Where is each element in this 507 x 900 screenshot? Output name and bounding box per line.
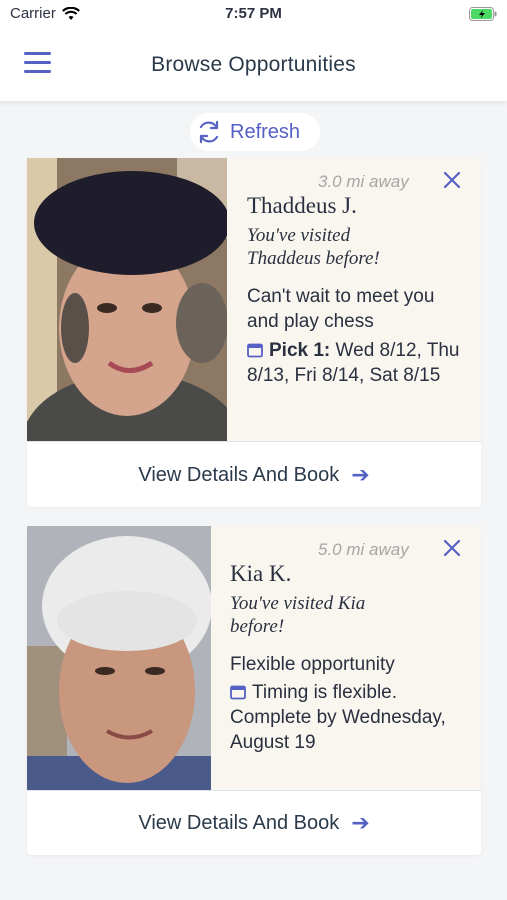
profile-photo — [27, 526, 211, 790]
profile-photo — [27, 158, 227, 441]
refresh-button[interactable]: Refresh — [190, 113, 320, 151]
opportunity-card: 5.0 mi away Kia K. You've visited Kia be… — [27, 526, 481, 855]
refresh-label: Refresh — [230, 120, 301, 143]
status-time: 7:57 PM — [225, 5, 282, 22]
distance-label: 5.0 mi away — [318, 540, 409, 559]
schedule-prefix: Pick 1: — [269, 340, 331, 361]
opportunity-description: Can't wait to meet you and play chess — [247, 286, 435, 332]
card-body: 3.0 mi away Thaddeus J. You've visited T… — [27, 158, 481, 441]
view-details-and-book-button[interactable]: View Details And Book ➔ — [27, 792, 481, 854]
schedule-line: Timing is flexible. Complete by Wednesda… — [230, 680, 470, 755]
status-bar: Carrier 7:57 PM — [0, 0, 507, 28]
card-divider — [27, 441, 481, 442]
app-header: Browse Opportunities — [0, 28, 507, 102]
battery-icon — [469, 7, 497, 25]
distance-label: 3.0 mi away — [318, 172, 409, 191]
calendar-icon — [247, 343, 263, 358]
refresh-icon — [199, 120, 219, 144]
schedule-text: Timing is flexible. Complete by Wednesda… — [230, 682, 446, 753]
book-button-label: View Details And Book — [138, 811, 340, 834]
opportunity-card: 3.0 mi away Thaddeus J. You've visited T… — [27, 158, 481, 507]
calendar-icon — [230, 685, 246, 700]
schedule-line: Pick 1: Wed 8/12, Thu 8/13, Fri 8/14, Sa… — [247, 338, 472, 388]
opportunity-description: Flexible opportunity — [230, 654, 395, 675]
card-body: 5.0 mi away Kia K. You've visited Kia be… — [27, 526, 481, 790]
person-name: Thaddeus J. — [247, 193, 357, 218]
person-name: Kia K. — [230, 561, 292, 586]
arrow-right-icon: ➔ — [351, 462, 370, 487]
visited-note: You've visited Thaddeus before! — [247, 225, 380, 269]
view-details-and-book-button[interactable]: View Details And Book ➔ — [27, 444, 481, 506]
visited-note: You've visited Kia before! — [230, 593, 366, 637]
card-divider — [27, 790, 481, 791]
page-title: Browse Opportunities — [151, 53, 356, 76]
close-icon[interactable] — [443, 171, 461, 189]
arrow-right-icon: ➔ — [351, 810, 370, 835]
close-icon[interactable] — [443, 539, 461, 557]
book-button-label: View Details And Book — [138, 463, 340, 486]
